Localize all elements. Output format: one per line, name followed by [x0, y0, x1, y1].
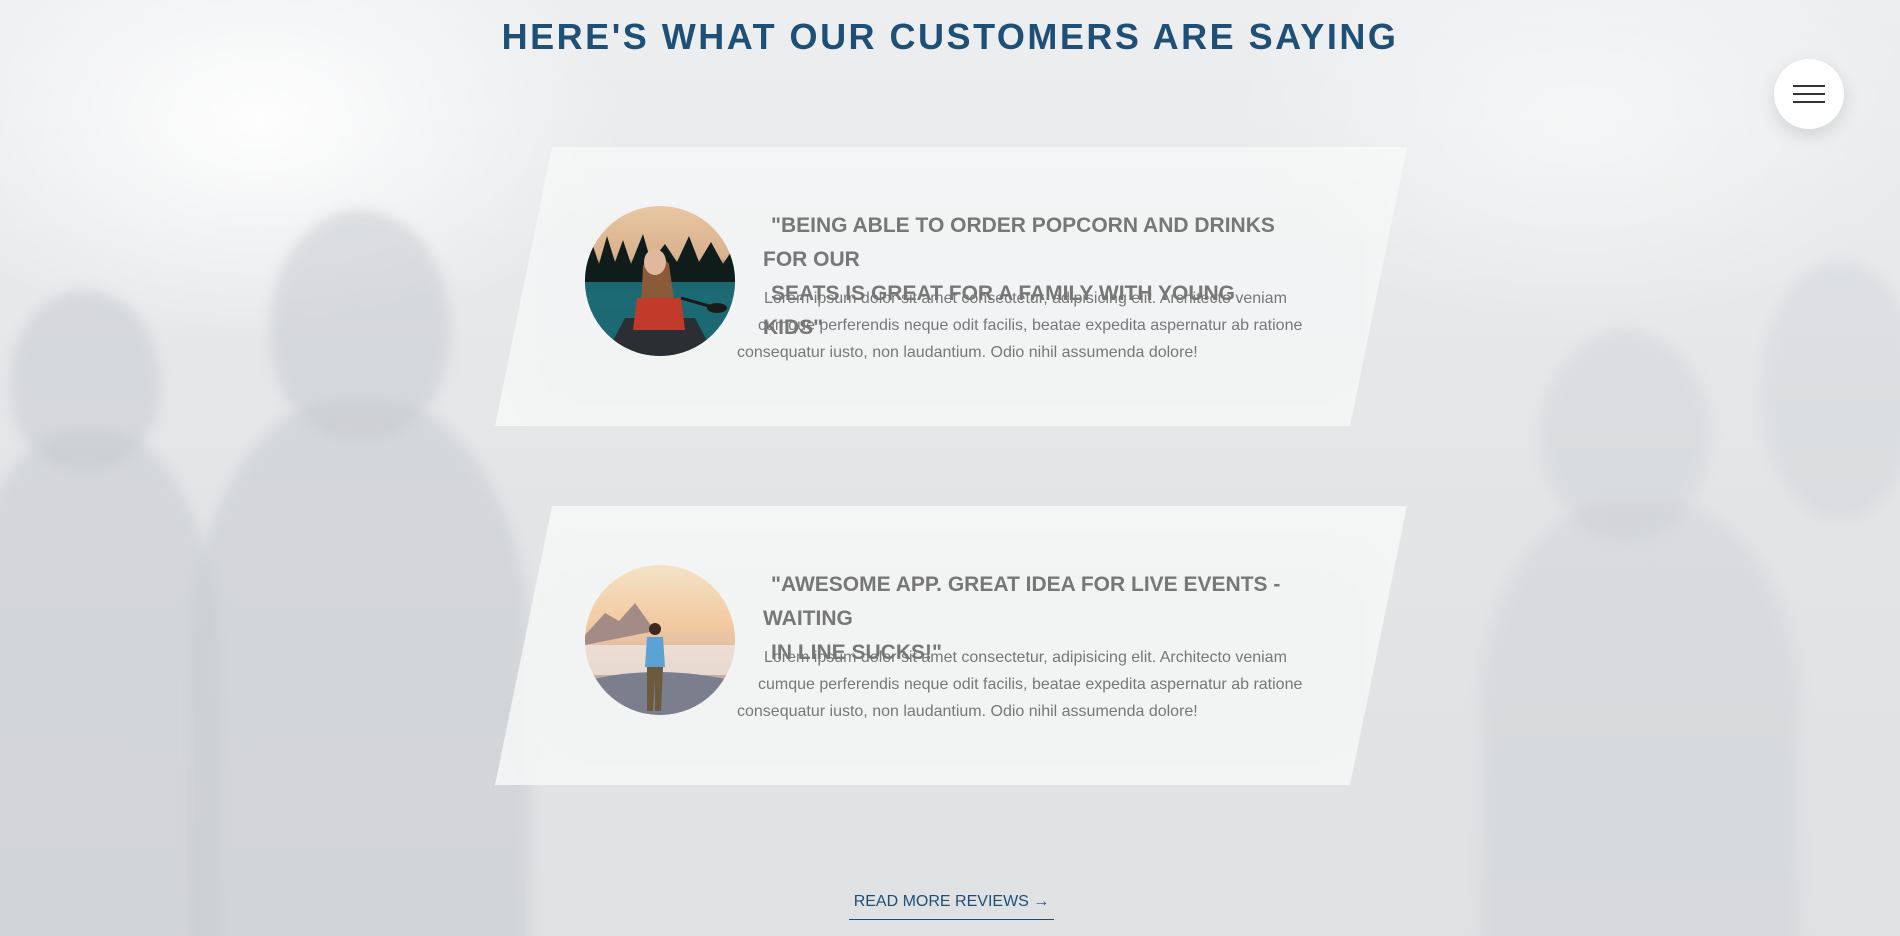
hamburger-menu-icon-line: [1793, 101, 1825, 103]
review-card: "AWESOME APP. GREAT IDEA FOR LIVE EVENTS…: [495, 506, 1407, 785]
review-body-line: consequatur iusto, non laudantium. Odio …: [737, 703, 1198, 720]
read-more-reviews-link[interactable]: READ MORE REVIEWS →: [849, 893, 1054, 920]
avatar: [585, 565, 735, 715]
section-title: HERE'S WHAT OUR CUSTOMERS ARE SAYING: [501, 16, 1399, 57]
review-quote-line: "AWESOME APP. GREAT IDEA FOR LIVE EVENTS…: [763, 573, 1281, 630]
review-body: Lorem ipsum dolor sit amet consectetur, …: [737, 285, 1305, 366]
menu-button[interactable]: [1774, 59, 1844, 129]
background-concert-photo: [0, 0, 1900, 936]
hamburger-menu-icon-line: [1793, 93, 1825, 95]
review-body-line: Lorem ipsum dolor sit amet consectetur, …: [764, 290, 1287, 307]
man-on-mountain-photo: [585, 565, 735, 715]
woman-in-canoe-photo: [585, 206, 735, 356]
crowd-silhouette: [1480, 500, 1800, 936]
review-body-line: Lorem ipsum dolor sit amet consectetur, …: [764, 649, 1287, 666]
review-body: Lorem ipsum dolor sit amet consectetur, …: [737, 644, 1305, 725]
review-quote-line: "BEING ABLE TO ORDER POPCORN AND DRINKS …: [763, 214, 1275, 271]
review-body-line: consequatur iusto, non laudantium. Odio …: [737, 344, 1198, 361]
crowd-silhouette: [1760, 260, 1900, 520]
avatar: [585, 206, 735, 356]
hamburger-menu-icon: [1793, 85, 1825, 87]
review-card: "BEING ABLE TO ORDER POPCORN AND DRINKS …: [495, 147, 1407, 426]
crowd-silhouette: [190, 400, 530, 936]
crowd-silhouette: [0, 430, 220, 936]
review-body-line: cumque perferendis neque odit facilis, b…: [758, 317, 1303, 334]
review-body-line: cumque perferendis neque odit facilis, b…: [758, 676, 1303, 693]
